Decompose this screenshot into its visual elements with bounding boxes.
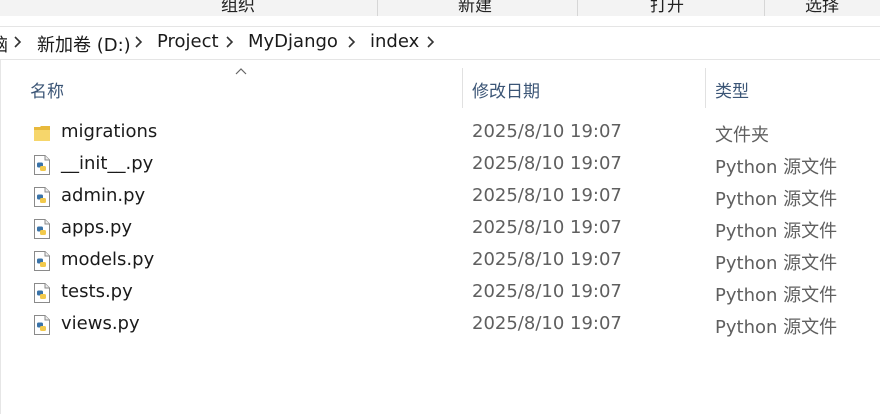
chevron-right-icon[interactable]: [425, 33, 437, 51]
ribbon-group-bar: 组织 新建 打开 选择: [0, 0, 880, 16]
file-date-modified: 2025/8/10 19:07: [472, 281, 622, 302]
column-header-date-modified[interactable]: 修改日期: [472, 77, 540, 102]
file-type: Python 源文件: [715, 157, 838, 178]
file-type: Python 源文件: [715, 253, 838, 274]
list-item[interactable]: models.py 2025/8/10 19:07 Python 源文件: [0, 245, 880, 277]
chevron-right-icon[interactable]: [346, 33, 358, 51]
breadcrumb-item-index[interactable]: index: [370, 31, 419, 52]
python-file-icon: [34, 155, 50, 175]
file-type: Python 源文件: [715, 189, 838, 210]
breadcrumb-item-project[interactable]: Project: [157, 31, 219, 52]
list-item[interactable]: views.py 2025/8/10 19:07 Python 源文件: [0, 309, 880, 341]
file-name: migrations: [61, 121, 158, 142]
breadcrumb-item-drive-d[interactable]: 新加卷 (D:): [37, 31, 131, 57]
python-file-icon: [34, 251, 50, 271]
column-header-row: 名称 修改日期 类型: [0, 66, 880, 110]
file-name: views.py: [61, 313, 140, 334]
ribbon-group-organize[interactable]: 组织: [221, 0, 255, 16]
ribbon-group-open[interactable]: 打开: [650, 0, 684, 16]
folder-icon: [34, 126, 50, 141]
file-type: Python 源文件: [715, 221, 838, 242]
file-name: models.py: [61, 249, 155, 270]
file-date-modified: 2025/8/10 19:07: [472, 313, 622, 334]
file-name: admin.py: [61, 185, 146, 206]
column-header-name[interactable]: 名称: [30, 77, 64, 102]
breadcrumb-item-this-pc[interactable]: 脑: [0, 31, 8, 57]
list-item[interactable]: tests.py 2025/8/10 19:07 Python 源文件: [0, 277, 880, 309]
file-type: 文件夹: [715, 125, 769, 146]
file-date-modified: 2025/8/10 19:07: [472, 217, 622, 238]
file-explorer-window: 组织 新建 打开 选择 脑 新加卷 (D:) Project MyDjango …: [0, 0, 880, 414]
list-item[interactable]: apps.py 2025/8/10 19:07 Python 源文件: [0, 213, 880, 245]
breadcrumb[interactable]: 脑 新加卷 (D:) Project MyDjango index: [0, 26, 880, 60]
column-header-type[interactable]: 类型: [715, 77, 749, 102]
file-name: tests.py: [61, 281, 133, 302]
list-item[interactable]: migrations 2025/8/10 19:07 文件夹: [0, 117, 880, 149]
file-date-modified: 2025/8/10 19:07: [472, 249, 622, 270]
file-name: __init__.py: [61, 153, 154, 174]
chevron-right-icon[interactable]: [12, 33, 24, 51]
file-date-modified: 2025/8/10 19:07: [472, 121, 622, 142]
file-type: Python 源文件: [715, 317, 838, 338]
file-date-modified: 2025/8/10 19:07: [472, 153, 622, 174]
python-file-icon: [34, 315, 50, 335]
ribbon-group-select[interactable]: 选择: [805, 0, 839, 16]
chevron-right-icon[interactable]: [224, 33, 236, 51]
chevron-right-icon[interactable]: [133, 33, 145, 51]
sort-ascending-icon: [235, 68, 247, 75]
file-date-modified: 2025/8/10 19:07: [472, 185, 622, 206]
file-type: Python 源文件: [715, 285, 838, 306]
breadcrumb-item-mydjango[interactable]: MyDjango: [248, 31, 338, 52]
list-item[interactable]: admin.py 2025/8/10 19:07 Python 源文件: [0, 181, 880, 213]
python-file-icon: [34, 187, 50, 207]
python-file-icon: [34, 283, 50, 303]
python-file-icon: [34, 219, 50, 239]
ribbon-group-new[interactable]: 新建: [458, 0, 492, 16]
list-item[interactable]: __init__.py 2025/8/10 19:07 Python 源文件: [0, 149, 880, 181]
file-name: apps.py: [61, 217, 133, 238]
